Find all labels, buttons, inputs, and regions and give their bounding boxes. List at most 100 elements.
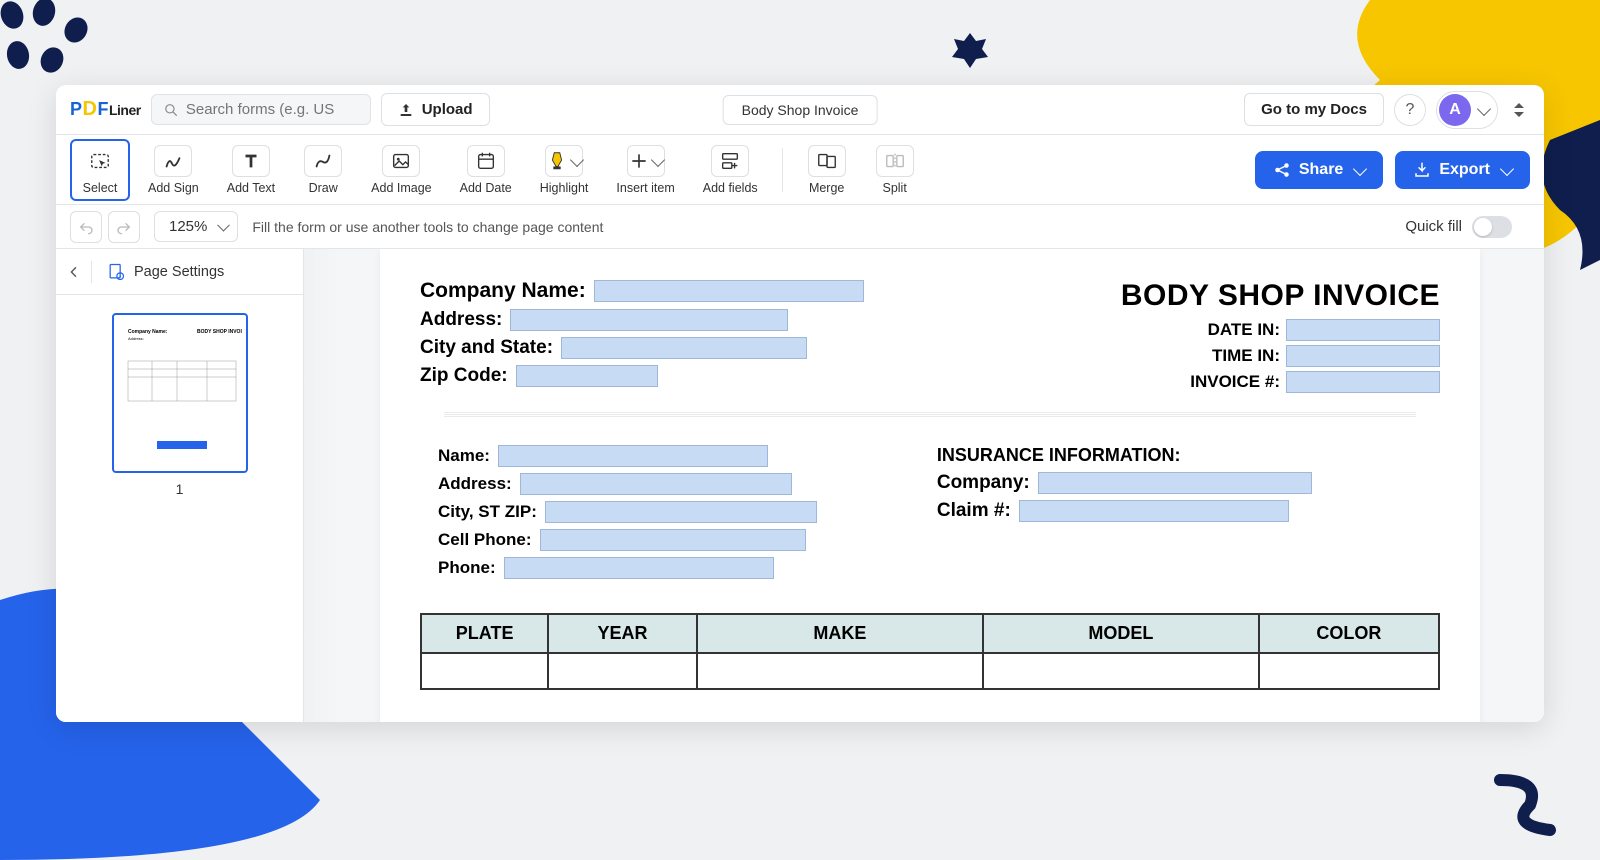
undo-redo-group — [70, 211, 140, 243]
th-year: YEAR — [548, 614, 696, 653]
thumbnails: Company Name: BODY SHOP INVOICE Address:… — [56, 295, 303, 515]
cust-phone-field[interactable] — [504, 557, 774, 579]
topbar-right: Go to my Docs ? A — [1244, 91, 1530, 129]
help-button[interactable]: ? — [1394, 94, 1426, 126]
cust-name-field[interactable] — [498, 445, 768, 467]
insert-item-label: Insert item — [616, 181, 674, 195]
highlight-label: Highlight — [540, 181, 589, 195]
select-icon — [89, 150, 111, 172]
insurance-block: INSURANCE INFORMATION: Company: Claim #: — [937, 445, 1312, 585]
share-button[interactable]: Share — [1255, 151, 1383, 189]
search-icon — [164, 102, 178, 118]
more-menu-button[interactable] — [1508, 94, 1530, 126]
page-thumbnail-1[interactable]: Company Name: BODY SHOP INVOICE Address: — [112, 313, 248, 473]
svg-text:Company Name:: Company Name: — [128, 329, 168, 335]
chevron-left-icon — [70, 265, 77, 279]
add-fields-label: Add fields — [703, 181, 758, 195]
add-fields-tool[interactable]: Add fields — [693, 139, 768, 201]
user-menu[interactable]: A — [1436, 91, 1498, 129]
merge-tool[interactable]: Merge — [797, 139, 857, 201]
search-box[interactable] — [151, 94, 371, 125]
merge-icon — [816, 150, 838, 172]
cust-citystzip-field[interactable] — [545, 501, 817, 523]
cell-make[interactable] — [697, 653, 983, 689]
th-model: MODEL — [983, 614, 1259, 653]
undo-button[interactable] — [70, 211, 102, 243]
ins-claim-field[interactable] — [1019, 500, 1289, 522]
zoom-wrap: 125% — [154, 211, 238, 242]
cell-year[interactable] — [548, 653, 696, 689]
add-date-tool[interactable]: Add Date — [450, 139, 522, 201]
cell-model[interactable] — [983, 653, 1259, 689]
cust-citystzip-label: City, ST ZIP: — [438, 502, 537, 522]
download-icon — [1413, 161, 1431, 179]
go-to-docs-button[interactable]: Go to my Docs — [1244, 93, 1384, 126]
export-button[interactable]: Export — [1395, 151, 1530, 189]
fields-icon — [719, 150, 741, 172]
select-tool[interactable]: Select — [70, 139, 130, 201]
zoom-select[interactable]: 125% — [154, 211, 238, 242]
invoice-no-field[interactable] — [1286, 371, 1440, 393]
date-icon — [475, 150, 497, 172]
cust-cell-field[interactable] — [540, 529, 806, 551]
avatar: A — [1439, 94, 1471, 126]
thumbnail-label: 1 — [74, 481, 285, 497]
add-text-label: Add Text — [227, 181, 275, 195]
cust-address-field[interactable] — [520, 473, 792, 495]
ins-company-field[interactable] — [1038, 472, 1312, 494]
city-state-field[interactable] — [561, 337, 807, 359]
highlight-tool[interactable]: Highlight — [530, 139, 599, 201]
sidebar-header: Page Settings — [56, 249, 303, 295]
quickfill-toggle[interactable] — [1472, 216, 1512, 238]
date-in-field[interactable] — [1286, 319, 1440, 341]
decoration-top-left — [0, 0, 90, 90]
add-sign-tool[interactable]: Add Sign — [138, 139, 209, 201]
redo-icon — [116, 219, 132, 235]
th-color: COLOR — [1259, 614, 1439, 653]
cell-plate[interactable] — [421, 653, 548, 689]
insert-item-tool[interactable]: Insert item — [606, 139, 684, 201]
toolbar: Select Add Sign Add Text Draw Add Image … — [56, 135, 1544, 205]
date-in-label: DATE IN: — [1208, 320, 1280, 340]
zip-field[interactable] — [516, 365, 658, 387]
svg-text:Address:: Address: — [128, 336, 144, 341]
cust-phone-label: Phone: — [438, 558, 496, 578]
logo-d: D — [83, 98, 97, 121]
thumbnail-preview: Company Name: BODY SHOP INVOICE Address: — [122, 323, 242, 467]
page-settings-icon — [106, 262, 126, 282]
add-text-tool[interactable]: Add Text — [217, 139, 285, 201]
highlight-icon — [546, 150, 568, 172]
time-in-field[interactable] — [1286, 345, 1440, 367]
undo-icon — [78, 219, 94, 235]
th-make: MAKE — [697, 614, 983, 653]
doc-header: Company Name: Address: City and State: Z… — [420, 279, 1440, 397]
add-image-tool[interactable]: Add Image — [361, 139, 441, 201]
draw-label: Draw — [309, 181, 338, 195]
share-label: Share — [1299, 161, 1343, 179]
merge-label: Merge — [809, 181, 844, 195]
company-name-label: Company Name: — [420, 279, 586, 303]
upload-button[interactable]: Upload — [381, 93, 490, 126]
logo[interactable]: P D F Liner — [70, 98, 141, 121]
canvas[interactable]: Company Name: Address: City and State: Z… — [304, 249, 1544, 722]
cell-color[interactable] — [1259, 653, 1439, 689]
chevron-down-icon — [570, 152, 584, 166]
document-main-title: BODY SHOP INVOICE — [1121, 279, 1440, 313]
redo-button[interactable] — [108, 211, 140, 243]
address-field[interactable] — [510, 309, 788, 331]
svg-text:BODY SHOP INVOICE: BODY SHOP INVOICE — [197, 329, 242, 335]
collapse-sidebar-button[interactable] — [70, 261, 92, 283]
quickfill-label: Quick fill — [1405, 218, 1462, 235]
search-input[interactable] — [186, 101, 358, 118]
chevron-down-icon — [1500, 161, 1514, 175]
chevron-down-icon — [1353, 161, 1367, 175]
page-settings-button[interactable]: Page Settings — [106, 262, 224, 282]
upload-icon — [398, 102, 414, 118]
company-name-field[interactable] — [594, 280, 864, 302]
split-tool[interactable]: Split — [865, 139, 925, 201]
draw-tool[interactable]: Draw — [293, 139, 353, 201]
document-title[interactable]: Body Shop Invoice — [723, 95, 878, 125]
quickfill-group: Quick fill — [1405, 216, 1530, 238]
page-settings-label: Page Settings — [134, 264, 224, 280]
add-image-label: Add Image — [371, 181, 431, 195]
